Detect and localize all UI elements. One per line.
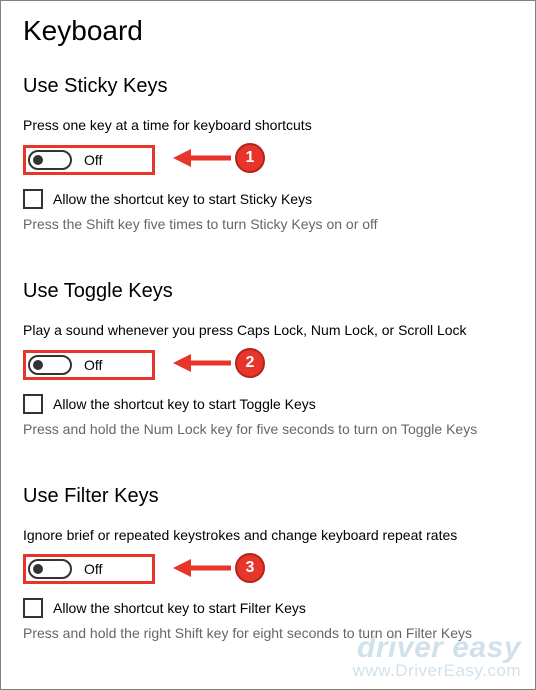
arrow-icon (173, 352, 233, 374)
toggle-keys-toggle-state: Off (84, 357, 102, 373)
filter-keys-heading: Use Filter Keys (23, 485, 513, 508)
filter-keys-checkbox[interactable] (23, 598, 43, 618)
filter-keys-toggle-state: Off (84, 561, 102, 577)
section-filter-keys: Use Filter Keys Ignore brief or repeated… (23, 485, 513, 644)
annotation-badge-2: 2 (235, 348, 265, 378)
toggle-keys-description: Play a sound whenever you press Caps Loc… (23, 321, 513, 340)
annotation-3: 3 (173, 553, 265, 583)
sticky-keys-description: Press one key at a time for keyboard sho… (23, 116, 513, 135)
toggle-keys-checkbox-row[interactable]: Allow the shortcut key to start Toggle K… (23, 394, 513, 414)
annotation-badge-1: 1 (235, 143, 265, 173)
sticky-keys-toggle-state: Off (84, 152, 102, 168)
filter-keys-checkbox-row[interactable]: Allow the shortcut key to start Filter K… (23, 598, 513, 618)
annotation-2: 2 (173, 348, 265, 378)
section-toggle-keys: Use Toggle Keys Play a sound whenever yo… (23, 280, 513, 439)
sticky-keys-hint: Press the Shift key five times to turn S… (23, 215, 513, 234)
page-title: Keyboard (23, 15, 513, 47)
annotation-badge-3: 3 (235, 553, 265, 583)
sticky-keys-checkbox[interactable] (23, 189, 43, 209)
filter-keys-hint: Press and hold the right Shift key for e… (23, 624, 513, 643)
sticky-keys-toggle-row: Off (23, 145, 155, 175)
arrow-icon (173, 557, 233, 579)
section-sticky-keys: Use Sticky Keys Press one key at a time … (23, 75, 513, 234)
filter-keys-description: Ignore brief or repeated keystrokes and … (23, 526, 513, 545)
toggle-keys-toggle[interactable] (28, 355, 72, 375)
sticky-keys-checkbox-label: Allow the shortcut key to start Sticky K… (53, 191, 312, 207)
toggle-keys-heading: Use Toggle Keys (23, 280, 513, 303)
sticky-keys-toggle[interactable] (28, 150, 72, 170)
toggle-keys-hint: Press and hold the Num Lock key for five… (23, 420, 513, 439)
toggle-keys-toggle-row: Off (23, 350, 155, 380)
toggle-keys-checkbox[interactable] (23, 394, 43, 414)
sticky-keys-heading: Use Sticky Keys (23, 75, 513, 98)
filter-keys-checkbox-label: Allow the shortcut key to start Filter K… (53, 600, 306, 616)
sticky-keys-checkbox-row[interactable]: Allow the shortcut key to start Sticky K… (23, 189, 513, 209)
toggle-keys-checkbox-label: Allow the shortcut key to start Toggle K… (53, 396, 316, 412)
filter-keys-toggle[interactable] (28, 559, 72, 579)
annotation-1: 1 (173, 143, 265, 173)
settings-panel: Keyboard Use Sticky Keys Press one key a… (1, 1, 535, 665)
filter-keys-toggle-row: Off (23, 554, 155, 584)
arrow-icon (173, 147, 233, 169)
